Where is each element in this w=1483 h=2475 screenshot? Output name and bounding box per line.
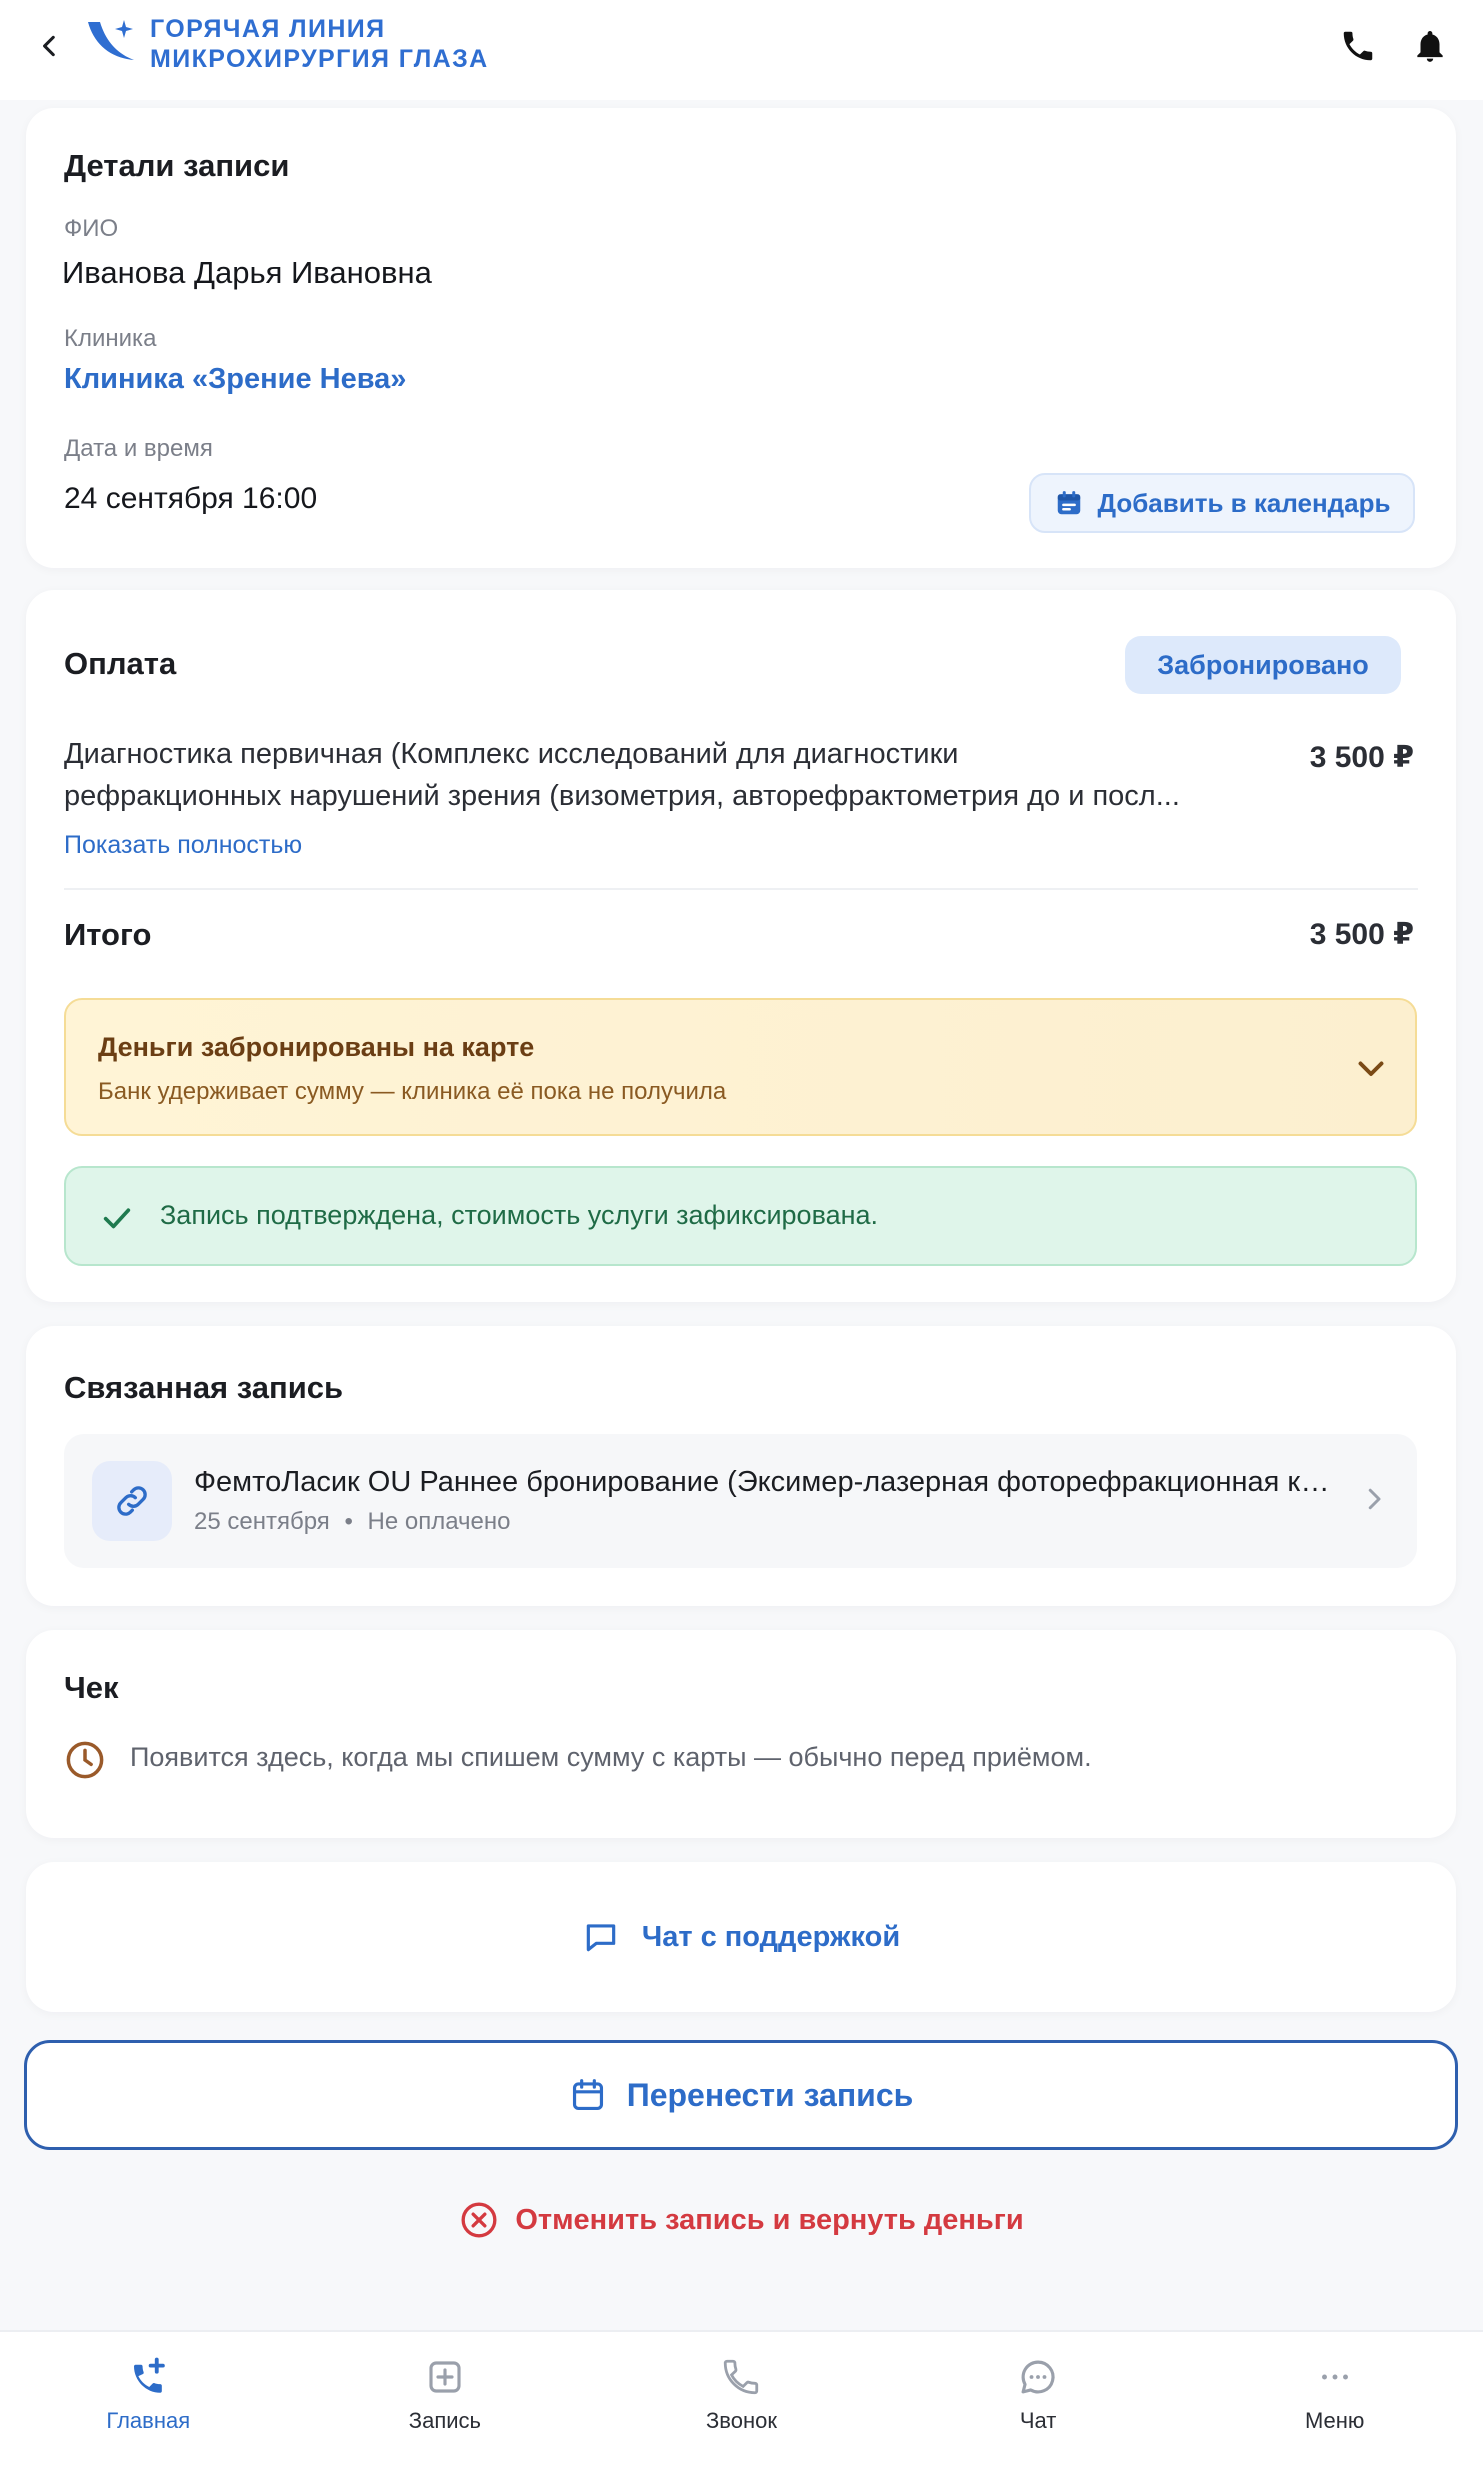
receipt-title: Чек: [64, 1670, 119, 1705]
total-label: Итого: [64, 917, 152, 952]
chat-support-button[interactable]: Чат с поддержкой: [26, 1862, 1456, 2012]
reschedule-button[interactable]: Перенести запись: [24, 2040, 1458, 2150]
receipt-text: Появится здесь, когда мы спишем сумму с …: [130, 1742, 1092, 1772]
bell-icon: [1417, 30, 1443, 62]
related-item-date: 25 сентября: [194, 1508, 330, 1535]
tab-chat-label: Чат: [1019, 2408, 1057, 2433]
tab-call[interactable]: Звонок: [593, 2332, 890, 2475]
receipt-card: Чек Появится здесь, когда мы спишем сумм…: [26, 1630, 1456, 1838]
divider: [64, 888, 1418, 890]
tab-call-label: Звонок: [705, 2408, 777, 2433]
tab-menu-label: Меню: [1304, 2408, 1365, 2433]
chat-bubble-icon: [1021, 2360, 1055, 2394]
service-line-2: рефракционных нарушений зрения (визометр…: [64, 780, 1180, 812]
tab-home-label: Главная: [106, 2408, 191, 2433]
payment-card: Оплата Забронировано Диагностика первичн…: [26, 590, 1456, 1302]
check-icon: [103, 1208, 131, 1229]
datetime-label: Дата и время: [64, 435, 213, 462]
tab-booking[interactable]: Запись: [297, 2332, 594, 2475]
cancel-booking-button[interactable]: Отменить запись и вернуть деньги: [0, 2192, 1483, 2248]
clinic-label: Клиника: [64, 325, 157, 352]
clock-icon: [66, 1741, 104, 1779]
payment-title: Оплата: [64, 646, 177, 681]
clinic-link[interactable]: Клиника «Зрение Нева»: [64, 363, 406, 396]
cancel-booking-label: Отменить запись и вернуть деньги: [515, 2203, 1024, 2236]
hold-notice-text: Банк удерживает сумму — клиника её пока …: [98, 1078, 727, 1105]
chevron-left-icon: [43, 35, 55, 57]
plus-square-icon: [429, 2361, 461, 2393]
related-booking-item[interactable]: ФемтоЛасик OU Раннее бронирование (Эксим…: [64, 1434, 1417, 1568]
phone-plus-icon: [134, 2357, 166, 2393]
service-description: Диагностика первичная (Комплекс исследов…: [64, 733, 1264, 817]
eye-logo-icon: [88, 20, 134, 60]
calendar-icon: [1057, 491, 1080, 515]
tab-booking-label: Запись: [408, 2408, 481, 2433]
calendar-outline-icon: [572, 2079, 603, 2111]
call-button[interactable]: [1332, 20, 1384, 72]
reschedule-label: Перенести запись: [626, 2076, 914, 2113]
notifications-button[interactable]: [1404, 20, 1456, 72]
status-badge: Забронировано: [1125, 636, 1401, 694]
app-screen: ГОРЯЧАЯ ЛИНИЯ МИКРОХИРУРГИЯ ГЛАЗА Детали…: [0, 0, 1483, 2475]
show-more-link[interactable]: Показать полностью: [64, 831, 302, 860]
service-line-1: Диагностика первичная (Комплекс исследов…: [64, 738, 959, 770]
link-icon: [117, 1486, 147, 1516]
tab-chat[interactable]: Чат: [890, 2332, 1187, 2475]
hold-notice-expandable[interactable]: Деньги забронированы на карте Банк удерж…: [64, 998, 1417, 1136]
service-price: 3 500 ₽: [1309, 741, 1414, 774]
close-circle-icon: [461, 2202, 497, 2238]
related-item-title: ФемтоЛасик OU Раннее бронирование (Эксим…: [194, 1466, 1334, 1498]
related-icon-box: [92, 1461, 172, 1541]
logo-line-2: МИКРОХИРУРГИЯ ГЛАЗА: [150, 45, 489, 73]
booking-details-card: Детали записи ФИО Иванова Дарья Ивановна…: [26, 108, 1456, 568]
related-item-meta: 25 сентября • Не оплачено: [194, 1508, 511, 1536]
datetime-value: 24 сентября 16:00: [64, 482, 318, 515]
phone-icon: [724, 2359, 759, 2395]
app-header: ГОРЯЧАЯ ЛИНИЯ МИКРОХИРУРГИЯ ГЛАЗА: [0, 0, 1483, 100]
related-title: Связанная запись: [64, 1370, 344, 1405]
meta-separator: •: [344, 1508, 353, 1535]
total-value: 3 500 ₽: [1309, 918, 1414, 951]
phone-icon: [1343, 31, 1373, 61]
brand-logo[interactable]: ГОРЯЧАЯ ЛИНИЯ МИКРОХИРУРГИЯ ГЛАЗА: [84, 14, 489, 74]
bottom-tab-bar: Главная Запись Звонок Чат Меню: [0, 2330, 1483, 2475]
fio-value: Иванова Дарья Ивановна: [62, 255, 432, 290]
more-dots-icon: [1321, 2374, 1348, 2380]
add-to-calendar-button[interactable]: Добавить в календарь: [1029, 473, 1415, 533]
related-item-status: Не оплачено: [367, 1508, 511, 1535]
details-title: Детали записи: [64, 148, 290, 183]
add-to-calendar-label: Добавить в календарь: [1097, 487, 1391, 518]
confirmed-text: Запись подтверждена, стоимость услуги за…: [160, 1200, 879, 1230]
confirmed-notice: Запись подтверждена, стоимость услуги за…: [64, 1166, 1417, 1266]
chat-support-label: Чат с поддержкой: [641, 1920, 901, 1953]
back-button[interactable]: [30, 26, 70, 66]
chevron-down-icon: [1358, 1061, 1384, 1076]
fio-label: ФИО: [64, 215, 119, 242]
tab-menu[interactable]: Меню: [1186, 2332, 1483, 2475]
logo-line-1: ГОРЯЧАЯ ЛИНИЯ: [150, 15, 386, 43]
hold-notice-title: Деньги забронированы на карте: [98, 1032, 535, 1062]
related-booking-card: Связанная запись ФемтоЛасик OU Раннее бр…: [26, 1326, 1456, 1606]
chat-icon: [586, 1924, 616, 1952]
chevron-right-icon: [1368, 1488, 1381, 1510]
tab-home[interactable]: Главная: [0, 2332, 297, 2475]
